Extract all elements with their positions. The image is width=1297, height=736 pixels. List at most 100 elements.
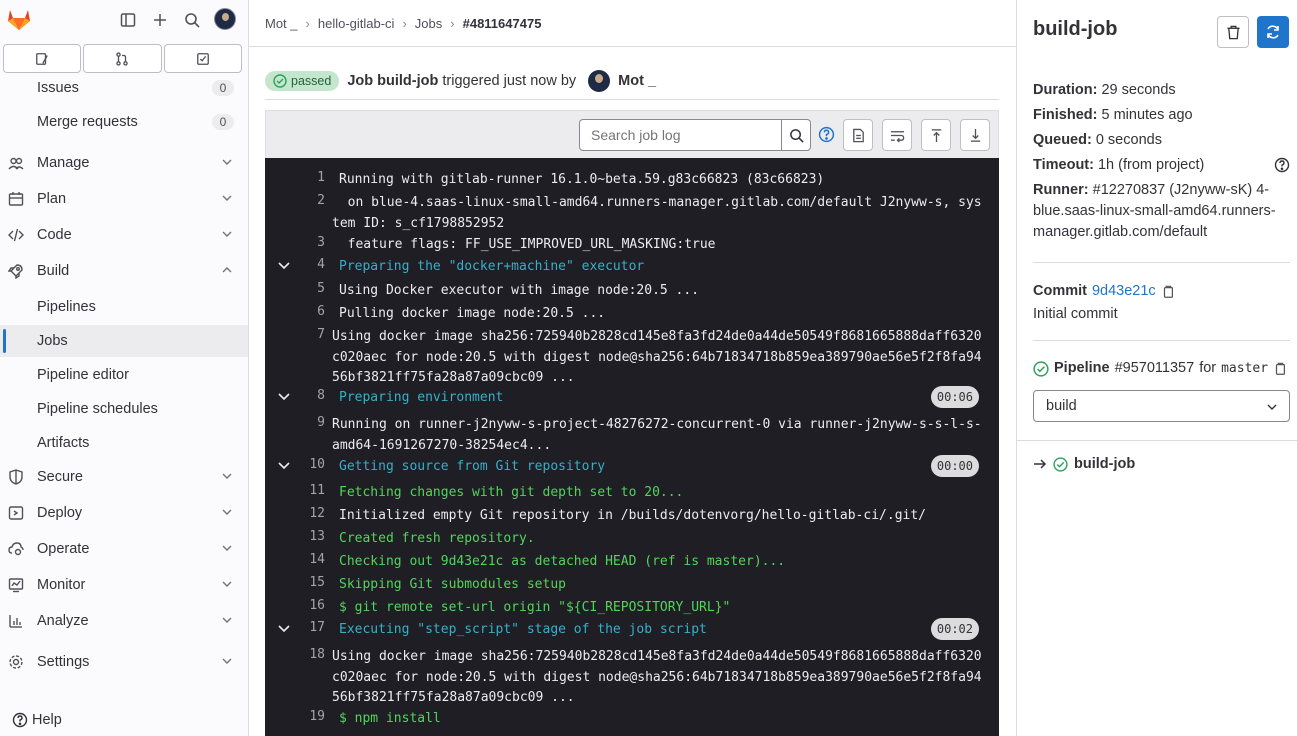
commit-row: Commit 9d43e21c: [1033, 281, 1175, 302]
scroll-to-bottom-button[interactable]: [960, 119, 990, 151]
commit-label: Commit: [1033, 283, 1087, 299]
sidebar-item-merge-requests[interactable]: Merge requests 0: [0, 106, 248, 138]
log-line-number[interactable]: 17: [301, 620, 325, 635]
duration-value: 29 seconds: [1101, 82, 1176, 98]
question-circle-icon[interactable]: [1274, 157, 1290, 173]
queued-value: 0 seconds: [1095, 132, 1162, 148]
log-line-number[interactable]: 1: [301, 170, 325, 185]
breadcrumb-jobs[interactable]: Jobs: [415, 16, 442, 31]
scroll-down-icon: [970, 128, 980, 142]
retry-job-button[interactable]: [1257, 16, 1289, 48]
log-line-number[interactable]: 5: [301, 281, 325, 296]
cloud-gear-icon: [8, 542, 24, 556]
log-line-text: Running on runner-j2nyww-s-project-48276…: [332, 417, 982, 453]
sidebar-item-jobs[interactable]: Jobs: [0, 325, 248, 357]
copy-icon[interactable]: [1161, 285, 1175, 299]
job-header: passed Job build-job triggered just now …: [265, 62, 999, 100]
chevron-down-icon[interactable]: [277, 259, 291, 273]
issues-tab-icon[interactable]: [3, 44, 82, 73]
log-line-number[interactable]: 19: [301, 709, 325, 724]
breadcrumb-project[interactable]: hello-gitlab-ci: [318, 16, 395, 31]
sidebar-item-manage[interactable]: Manage: [0, 147, 248, 179]
search-log-button[interactable]: [781, 119, 811, 151]
log-line-number[interactable]: 6: [301, 304, 325, 319]
commit-sha-link[interactable]: 9d43e21c: [1092, 281, 1156, 302]
log-line-number[interactable]: 14: [301, 552, 325, 567]
help-button[interactable]: Help: [12, 712, 62, 728]
log-line-number[interactable]: 12: [301, 506, 325, 521]
erase-job-button[interactable]: [1217, 16, 1249, 48]
sidebar-item-code[interactable]: Code: [0, 219, 248, 251]
log-line-number[interactable]: 13: [301, 529, 325, 544]
log-line-number[interactable]: 8: [301, 388, 325, 403]
pipeline-ref[interactable]: master: [1221, 358, 1268, 379]
sidebar-toggle-icon[interactable]: [116, 8, 140, 32]
status-badge[interactable]: passed: [265, 70, 340, 91]
sidebar-item-pipeline-editor[interactable]: Pipeline editor: [0, 359, 248, 391]
scroll-to-top-button[interactable]: [921, 119, 951, 151]
sidebar-item-operate[interactable]: Operate: [0, 533, 248, 565]
user-avatar[interactable]: [214, 8, 236, 30]
triggerer-avatar[interactable]: [588, 69, 611, 92]
log-line-number[interactable]: 10: [301, 457, 325, 472]
sidebar-item-deploy[interactable]: Deploy: [0, 497, 248, 529]
breadcrumb-user[interactable]: Mot _: [265, 16, 298, 31]
sidebar-item-issues[interactable]: Issues 0: [0, 72, 248, 104]
search-icon[interactable]: [180, 8, 204, 32]
duration-row: Duration: 29 seconds: [1033, 80, 1176, 101]
log-line-number[interactable]: 4: [301, 257, 325, 272]
chevron-down-icon: [222, 658, 232, 664]
chevron-down-icon[interactable]: [277, 390, 291, 404]
log-line-number[interactable]: 11: [301, 483, 325, 498]
sidebar-item-analyze[interactable]: Analyze: [0, 605, 248, 637]
wrap-lines-button[interactable]: [882, 119, 912, 151]
document-icon: [852, 128, 864, 142]
log-line-text: Preparing the "docker+machine" executor: [339, 259, 645, 274]
merge-requests-tab-icon[interactable]: [83, 44, 162, 73]
log-line-text: Created fresh repository.: [339, 531, 535, 546]
chevron-down-icon[interactable]: [277, 459, 291, 473]
log-line-number[interactable]: 16: [301, 598, 325, 613]
sidebar-item-build[interactable]: Build: [0, 255, 248, 287]
sidebar-item-settings[interactable]: Settings: [0, 646, 248, 678]
log-line-number[interactable]: 2: [301, 193, 325, 208]
chevron-down-icon: [222, 509, 232, 515]
plus-icon[interactable]: [148, 8, 172, 32]
gitlab-logo-icon[interactable]: [6, 6, 32, 32]
sidebar-item-label: Monitor: [37, 577, 86, 593]
job-header-text: Job build-job triggered just now by: [347, 73, 576, 89]
log-line-number[interactable]: 3: [301, 235, 325, 250]
log-line-text: Using docker image sha256:725940b2828cd1…: [332, 649, 982, 705]
log-line-number[interactable]: 9: [301, 415, 325, 430]
log-line-text: Using Docker executor with image node:20…: [339, 283, 700, 298]
pipeline-id-link[interactable]: #957011357: [1115, 358, 1195, 379]
log-line-text: Executing "step_script" stage of the job…: [339, 622, 707, 637]
job-list-item[interactable]: build-job: [1033, 456, 1135, 472]
sidebar-item-pipeline-schedules[interactable]: Pipeline schedules: [0, 393, 248, 425]
sidebar-item-secure[interactable]: Secure: [0, 461, 248, 493]
stage-dropdown[interactable]: build: [1033, 390, 1290, 422]
job-log[interactable]: 1 Running with gitlab-runner 16.1.0~beta…: [265, 158, 999, 736]
sidebar-item-label: Operate: [37, 541, 90, 557]
sidebar-item-pipelines[interactable]: Pipelines: [0, 291, 248, 323]
sidebar-item-plan[interactable]: Plan: [0, 183, 248, 215]
sidebar-item-label: Plan: [37, 191, 67, 207]
log-line-text: $ git remote set-url origin "${CI_REPOSI…: [339, 600, 731, 615]
log-line-number[interactable]: 18: [301, 647, 325, 662]
breadcrumb-job-id[interactable]: #4811647475: [463, 16, 542, 31]
chevron-down-icon[interactable]: [277, 622, 291, 636]
todo-tab-icon[interactable]: [163, 44, 242, 73]
sidebar-counter-tabs: [3, 44, 242, 73]
timeout-row: Timeout: 1h (from project): [1033, 155, 1204, 176]
search-job-log-input[interactable]: [579, 119, 782, 151]
question-circle-icon[interactable]: [818, 126, 835, 143]
log-line-number[interactable]: 7: [301, 327, 325, 342]
sidebar-item-monitor[interactable]: Monitor: [0, 569, 248, 601]
show-raw-button[interactable]: [843, 119, 873, 151]
copy-icon[interactable]: [1273, 362, 1287, 376]
sidebar-item-artifacts[interactable]: Artifacts: [0, 427, 248, 459]
code-icon: [8, 228, 24, 242]
triggerer-name[interactable]: Mot _: [618, 73, 656, 89]
log-line-number[interactable]: 15: [301, 575, 325, 590]
stage-dropdown-value: build: [1046, 398, 1077, 414]
